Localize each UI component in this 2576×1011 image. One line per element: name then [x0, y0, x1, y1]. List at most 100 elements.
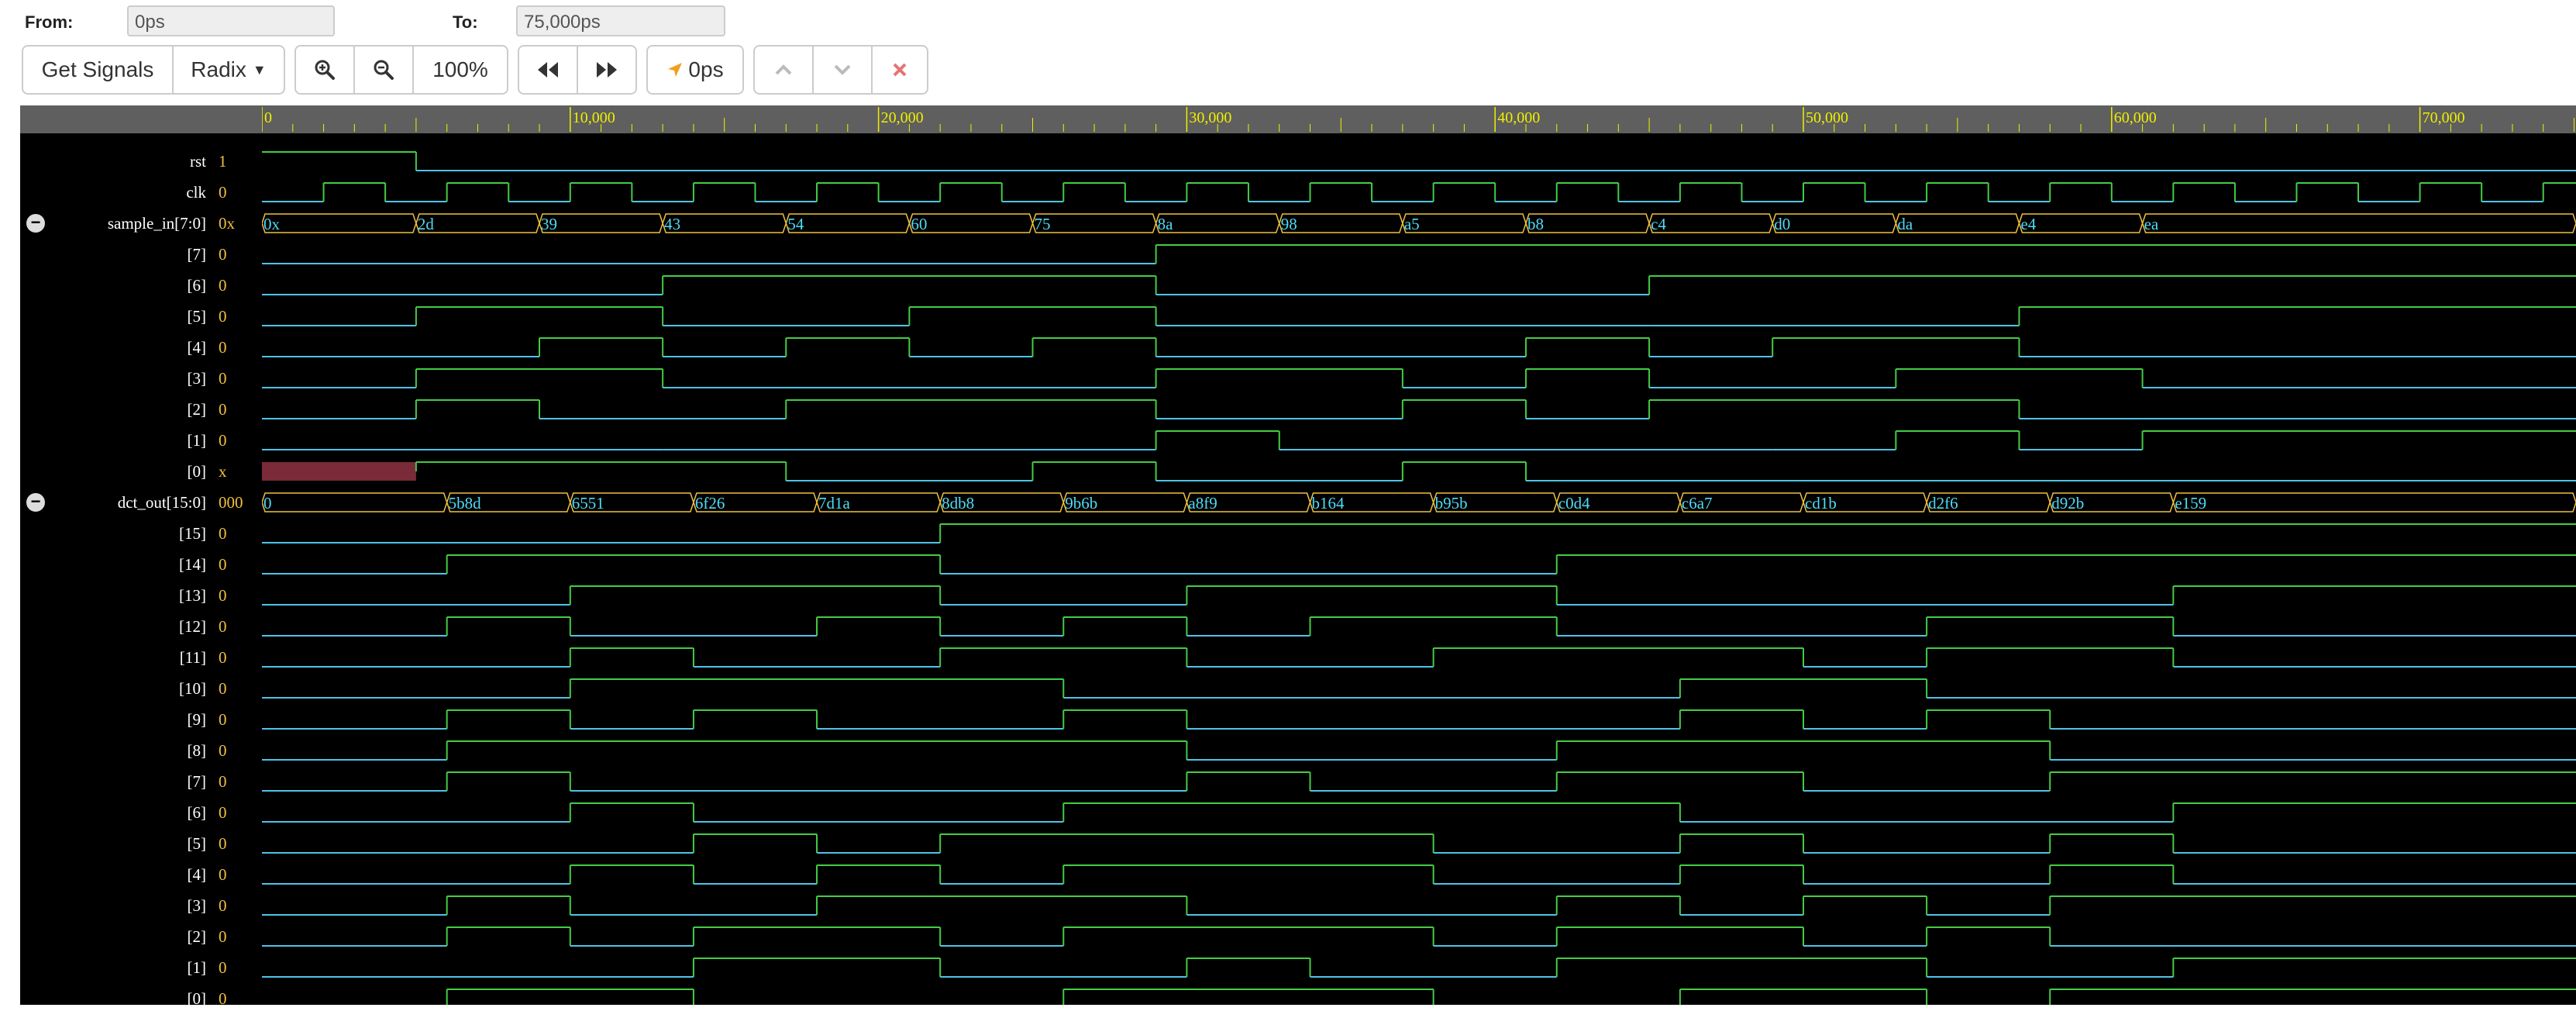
signal-name[interactable]: [2]	[20, 927, 207, 947]
signal-name[interactable]: [5]	[20, 307, 207, 326]
to-input[interactable]: 75,000ps	[516, 5, 725, 36]
fast-forward-icon	[597, 62, 617, 78]
bus-segment	[662, 213, 787, 233]
signal-value: 0	[219, 741, 227, 760]
signal-name[interactable]: rst	[20, 152, 206, 171]
chevron-down-icon	[834, 64, 851, 75]
bus-segment	[1402, 213, 1527, 233]
zoom-level-label: 100%	[432, 57, 488, 81]
collapse-group-icon[interactable]: −	[26, 493, 45, 512]
caret-down-icon: ▼	[252, 61, 267, 78]
bus-segment	[2172, 492, 2576, 512]
bus-value-label: e159	[2175, 494, 2206, 512]
signal-name[interactable]: clk	[20, 183, 206, 202]
waveform-viewer[interactable]: rst 1 clk 0 sample_in[7:0] 0x − [7] 0 [6] 0 [5] 0 [4]…	[20, 105, 2576, 1005]
signal-name[interactable]: [14]	[20, 555, 206, 575]
ruler-tick-label: 70,000	[2423, 109, 2465, 126]
signal-name[interactable]: [3]	[20, 369, 207, 388]
signal-value: 0	[219, 648, 227, 667]
bus-value-label: b95b	[1435, 494, 1468, 512]
remove-signal-button[interactable]	[871, 45, 928, 95]
to-label: To:	[453, 12, 478, 32]
zoom-out-button[interactable]	[353, 45, 414, 95]
radix-label: Radix	[191, 57, 246, 81]
signal-value: 0	[219, 338, 227, 357]
bus-segment	[908, 213, 1034, 233]
collapse-group-icon[interactable]: −	[26, 214, 45, 233]
waveform-canvas[interactable]: 0 10,000 20,000 30,000 40,000 50,000 60,000 70,…	[262, 105, 2576, 1005]
signal-value: 0x	[219, 214, 235, 233]
bus-segment	[2018, 213, 2144, 233]
bus-value-label: ea	[2144, 215, 2159, 233]
next-edge-button[interactable]	[577, 45, 637, 95]
signal-name[interactable]: [6]	[20, 276, 207, 295]
bus-value-label: d2f6	[1928, 494, 1958, 512]
chevron-up-icon	[775, 64, 792, 75]
bus-value-label: c6a7	[1682, 494, 1713, 512]
signal-name[interactable]: [7]	[20, 245, 207, 264]
signal-value: 0	[219, 989, 227, 1005]
bus-value-label: e4	[2020, 215, 2036, 233]
signal-value: 0	[219, 958, 227, 977]
zoom-level-button[interactable]: 100%	[412, 45, 508, 95]
signal-name[interactable]: [13]	[20, 586, 206, 606]
signal-name[interactable]: sample_in[7:0]	[20, 214, 206, 233]
signal-name[interactable]: [10]	[20, 679, 206, 699]
signal-name[interactable]: [5]	[20, 834, 207, 854]
cursor-time-button[interactable]: 0ps	[646, 45, 744, 95]
signal-value: 0	[219, 865, 227, 884]
prev-edge-button[interactable]	[518, 45, 578, 95]
signal-name[interactable]: [11]	[20, 648, 206, 668]
signal-name[interactable]: [4]	[20, 338, 207, 357]
signal-name[interactable]: [0]	[20, 462, 207, 481]
signal-name[interactable]: [1]	[20, 431, 207, 450]
bus-segment	[1031, 213, 1157, 233]
signal-name[interactable]: [12]	[20, 617, 206, 637]
signal-name[interactable]: [0]	[20, 989, 207, 1005]
signal-value: 0	[219, 834, 227, 853]
signal-value: 1	[219, 152, 227, 171]
bus-segment	[1648, 213, 1774, 233]
bus-value-label: 75	[1035, 215, 1051, 233]
signal-name[interactable]: [9]	[20, 710, 207, 730]
zoom-in-button[interactable]	[294, 45, 355, 95]
signal-name[interactable]: [2]	[20, 400, 207, 419]
signal-value: 0	[219, 803, 227, 822]
radix-dropdown[interactable]: Radix ▼	[172, 45, 285, 95]
signal-name[interactable]: [3]	[20, 896, 207, 916]
signal-value: 0	[219, 617, 227, 636]
bus-value-label: d92b	[2051, 494, 2084, 512]
bus-value-label: da	[1897, 215, 1913, 233]
bus-value-label: 2d	[418, 215, 435, 233]
from-label: From:	[25, 12, 74, 32]
bus-segment	[785, 213, 911, 233]
bus-value-label: 6551	[572, 494, 604, 512]
bus-segment	[539, 213, 663, 233]
signal-name[interactable]: [15]	[20, 524, 206, 543]
zoom-out-icon	[374, 60, 394, 80]
signal-name[interactable]: [1]	[20, 958, 207, 978]
signal-value: 0	[219, 586, 227, 605]
bus-value-label: b8	[1527, 215, 1544, 233]
bus-value-label: d0	[1774, 215, 1790, 233]
signal-name[interactable]: [6]	[20, 803, 207, 823]
bus-value-label: 8a	[1158, 215, 1174, 233]
bus-segment	[415, 213, 540, 233]
bus-segment	[1525, 213, 1650, 233]
cursor-time-label: 0ps	[688, 57, 724, 81]
from-input[interactable]: 0ps	[127, 5, 335, 36]
bus-segment	[262, 213, 417, 233]
bus-value-label: 7d1a	[818, 494, 851, 512]
move-up-button[interactable]	[753, 45, 814, 95]
signal-name[interactable]: [4]	[20, 865, 207, 885]
signal-value: x	[219, 462, 227, 481]
bus-segment	[1278, 213, 1403, 233]
move-down-button[interactable]	[812, 45, 873, 95]
get-signals-button[interactable]: Get Signals	[22, 45, 174, 95]
signal-value: 0	[219, 307, 227, 326]
signal-name[interactable]: dct_out[15:0]	[20, 493, 206, 512]
signal-value: 0	[219, 927, 227, 946]
signal-name[interactable]: [7]	[20, 772, 207, 792]
signal-name[interactable]: [8]	[20, 741, 207, 761]
bus-value-label: 0x	[263, 215, 281, 233]
